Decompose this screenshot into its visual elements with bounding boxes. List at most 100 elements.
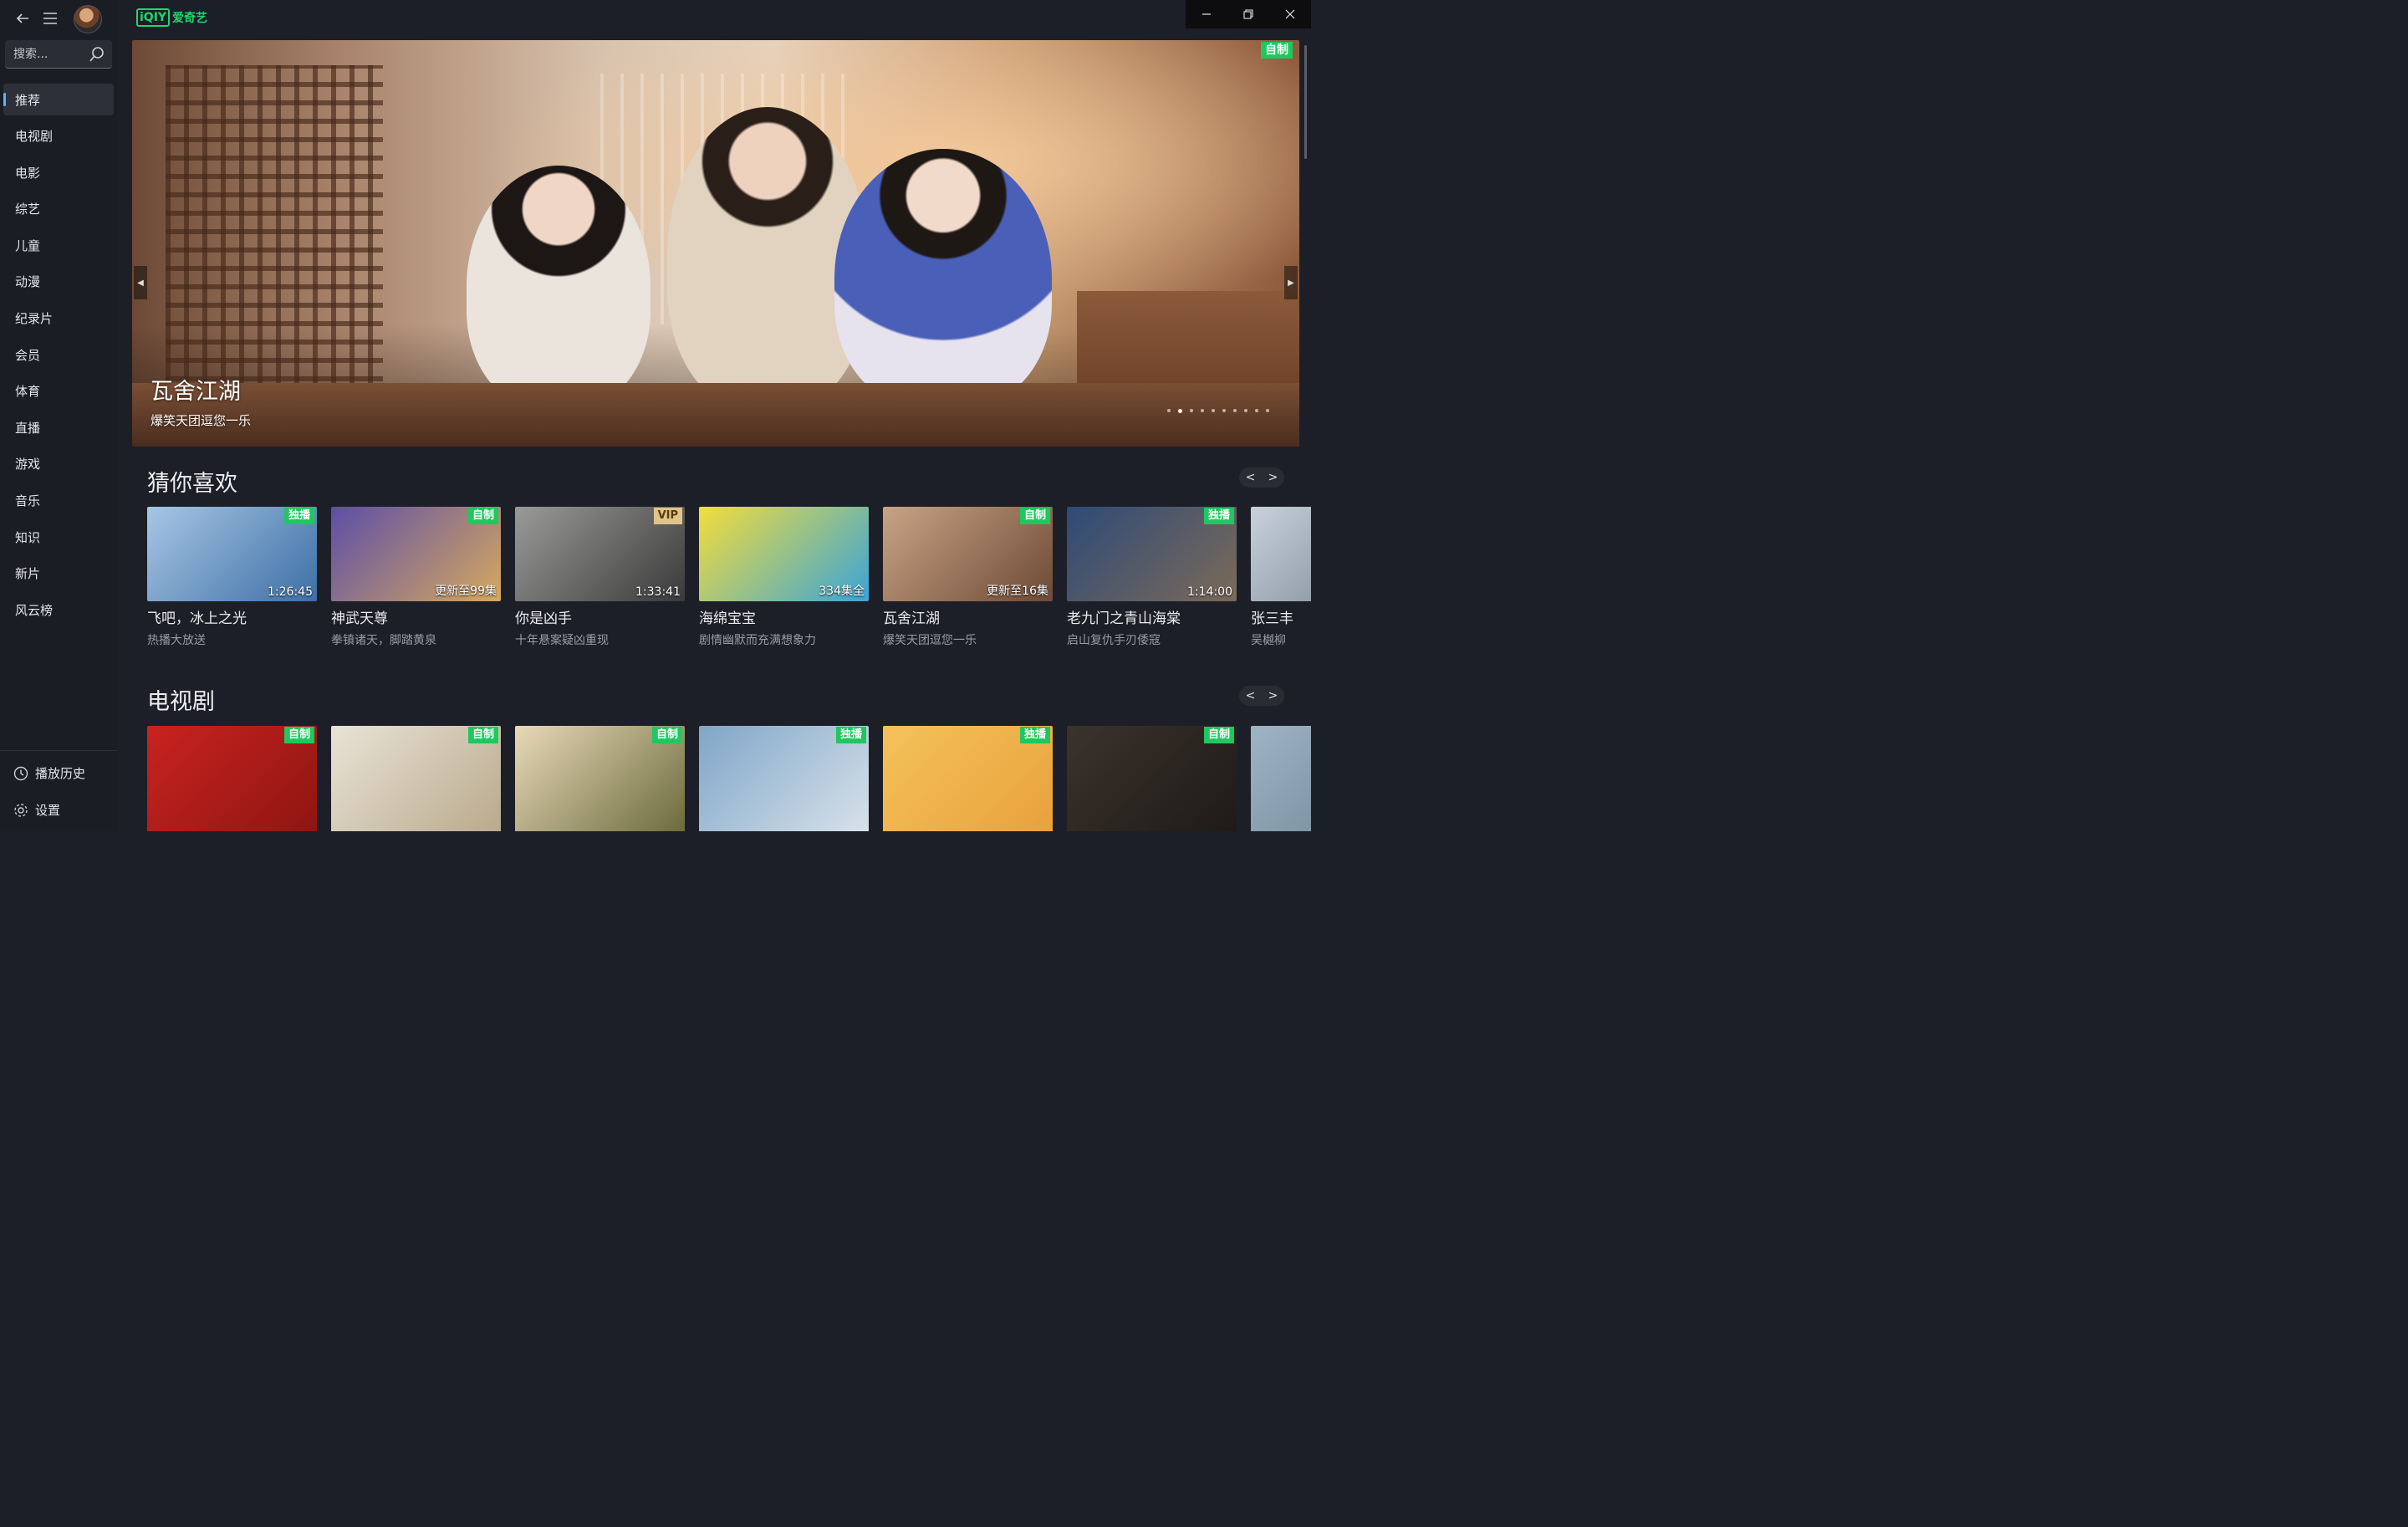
card-title[interactable]: 海绵宝宝 [699, 606, 869, 627]
media-card[interactable]: VIP 1:33:41 你是凶手十年悬案疑凶重现 [515, 507, 685, 648]
media-card[interactable]: 独播 [883, 726, 1053, 831]
pager-prev-button[interactable]: < [1239, 686, 1262, 706]
settings-button[interactable]: 设置 [13, 801, 60, 819]
sidebar-item-1[interactable]: 电视剧 [3, 120, 114, 152]
pagination-dot[interactable] [1201, 409, 1204, 412]
media-thumbnail[interactable]: 自制 [1067, 726, 1237, 831]
hamburger-menu-icon[interactable] [38, 7, 62, 30]
thumbnail-overlay-text: 更新至99集 [435, 585, 497, 598]
sidebar-item-4[interactable]: 儿童 [3, 229, 114, 261]
sidebar-item-5[interactable]: 动漫 [3, 266, 114, 298]
media-thumbnail[interactable]: 334集全 [699, 507, 869, 601]
media-card[interactable]: 独播 [699, 726, 869, 831]
history-icon [13, 766, 28, 780]
thumbnail-badge: 自制 [651, 727, 682, 743]
media-thumbnail[interactable]: 独播 1:14:00 [1067, 507, 1237, 601]
media-card[interactable]: 独播 1:26:45 飞吧，冰上之光 热播大放送 [147, 507, 317, 648]
close-icon [1285, 9, 1295, 19]
app-logo[interactable]: iQIY 爱奇艺 [136, 8, 207, 27]
history-button[interactable]: 播放历史 [13, 764, 85, 782]
sidebar: 推荐电视剧电影综艺儿童动漫纪录片会员体育直播游戏音乐知识新片风云榜 播放历史 设… [0, 0, 117, 831]
media-card[interactable]: 自制 更新至16集瓦舍江湖爆笑天团逗您一乐 [883, 507, 1053, 648]
pagination-dot[interactable] [1178, 409, 1182, 413]
thumbnail-overlay-text: 1:26:45 [268, 585, 313, 599]
page-scrollbar[interactable] [1304, 45, 1307, 159]
card-title[interactable]: 张三丰 [1251, 606, 1311, 627]
card-title[interactable]: 老九门之青山海棠 [1067, 606, 1237, 627]
card-subtitle: 启山复仇手刃倭寇 [1067, 634, 1161, 647]
hero-table [132, 383, 1299, 447]
media-thumbnail[interactable]: 自制更新至99集 [331, 507, 501, 601]
media-thumbnail[interactable]: VIP 1:33:41 [515, 507, 685, 601]
sidebar-item-3[interactable]: 综艺 [3, 193, 114, 225]
pagination-dot[interactable] [1222, 409, 1226, 412]
media-thumbnail[interactable]: 独播 [883, 726, 1053, 831]
sidebar-item-14[interactable]: 风云榜 [3, 594, 114, 626]
close-button[interactable] [1269, 0, 1311, 28]
media-thumbnail[interactable]: 自制 更新至16集 [883, 507, 1053, 601]
media-card[interactable]: 自制 [515, 726, 685, 831]
sidebar-item-2[interactable]: 电影 [3, 156, 114, 188]
media-card[interactable] [1251, 726, 1311, 831]
sidebar-item-9[interactable]: 直播 [3, 411, 114, 443]
sidebar-item-11[interactable]: 音乐 [3, 485, 114, 517]
nav-menu: 推荐电视剧电影综艺儿童动漫纪录片会员体育直播游戏音乐知识新片风云榜 [3, 84, 114, 631]
thumbnail-badge: 自制 [467, 508, 498, 524]
media-card[interactable]: 自制 [1067, 726, 1237, 831]
minimize-icon [1202, 13, 1211, 15]
pagination-dot[interactable] [1167, 409, 1171, 412]
sidebar-item-8[interactable]: 体育 [3, 375, 114, 407]
card-subtitle: 十年悬案疑凶重现 [515, 634, 609, 647]
card-subtitle: 吴樾柳 [1251, 634, 1286, 647]
card-title[interactable]: 瓦舍江湖 [883, 606, 1053, 627]
pager-prev-button[interactable]: < [1239, 467, 1262, 488]
media-thumbnail[interactable]: 独播 [699, 726, 869, 831]
thumbnail-badge: 自制 [1019, 508, 1050, 524]
media-card[interactable]: 334集全 海绵宝宝 剧情幽默而充满想象力 [699, 507, 869, 648]
pagination-dot[interactable] [1266, 409, 1269, 412]
hero-banner[interactable]: 自制 瓦舍江湖 爆笑天团逗您一乐 ◀ ▶ [132, 40, 1299, 447]
card-title[interactable]: 飞吧，冰上之光 [147, 606, 317, 627]
sidebar-item-12[interactable]: 知识 [3, 521, 114, 553]
minimize-button[interactable] [1186, 0, 1227, 28]
card-subtitle: 爆笑天团逗您一乐 [883, 634, 977, 647]
thumbnail-badge: 独播 [283, 508, 314, 524]
media-card[interactable]: 自制 更新至99集 神武天尊 拳镇诸天，脚踏黄泉 [331, 507, 501, 648]
media-thumbnail[interactable] [1251, 726, 1311, 831]
sidebar-item-13[interactable]: 新片 [3, 558, 114, 590]
media-thumbnail[interactable]: 自制 [515, 726, 685, 831]
search-icon[interactable] [89, 46, 105, 63]
media-card[interactable]: 张三丰 吴樾柳 [1251, 507, 1311, 648]
user-avatar[interactable] [74, 5, 102, 33]
pagination-dot[interactable] [1255, 409, 1258, 412]
media-card[interactable]: 独播 1:14:00 老九门之青山海棠启山复仇手刃倭寇 [1067, 507, 1237, 648]
pagination-dot[interactable] [1190, 409, 1193, 412]
media-thumbnail[interactable] [1251, 507, 1311, 601]
search-box[interactable] [5, 40, 112, 69]
sidebar-item-10[interactable]: 游戏 [3, 448, 114, 480]
restore-button[interactable] [1227, 0, 1269, 28]
media-thumbnail[interactable]: 自制 [147, 726, 317, 831]
pagination-dot[interactable] [1244, 409, 1247, 412]
hero-title[interactable]: 瓦舍江湖 [150, 373, 241, 406]
pagination-dot[interactable] [1233, 409, 1237, 412]
search-input[interactable] [5, 40, 94, 69]
hero-figure-left [467, 166, 650, 408]
media-thumbnail[interactable]: 自制 [331, 726, 501, 831]
sidebar-item-7[interactable]: 会员 [3, 339, 114, 370]
media-thumbnail[interactable]: 独播 1:26:45 [147, 507, 317, 601]
card-title[interactable]: 你是凶手 [515, 606, 685, 627]
pager-next-button[interactable]: > [1262, 686, 1284, 706]
pagination-dot[interactable] [1212, 409, 1215, 412]
media-card[interactable]: 自制 [331, 726, 501, 831]
back-arrow-icon[interactable] [11, 7, 34, 30]
card-title[interactable]: 神武天尊 [331, 606, 501, 627]
hero-prev-button[interactable]: ◀ [134, 266, 147, 299]
card-row-tv: 自制 自制 自制 独播 独播 自制 [147, 726, 1311, 831]
sidebar-item-0[interactable]: 推荐 [3, 84, 114, 115]
media-card[interactable]: 自制 [147, 726, 317, 831]
sidebar-item-6[interactable]: 纪录片 [3, 303, 114, 335]
hero-next-button[interactable]: ▶ [1284, 266, 1298, 299]
gear-icon [14, 803, 28, 817]
pager-next-button[interactable]: > [1262, 467, 1284, 488]
